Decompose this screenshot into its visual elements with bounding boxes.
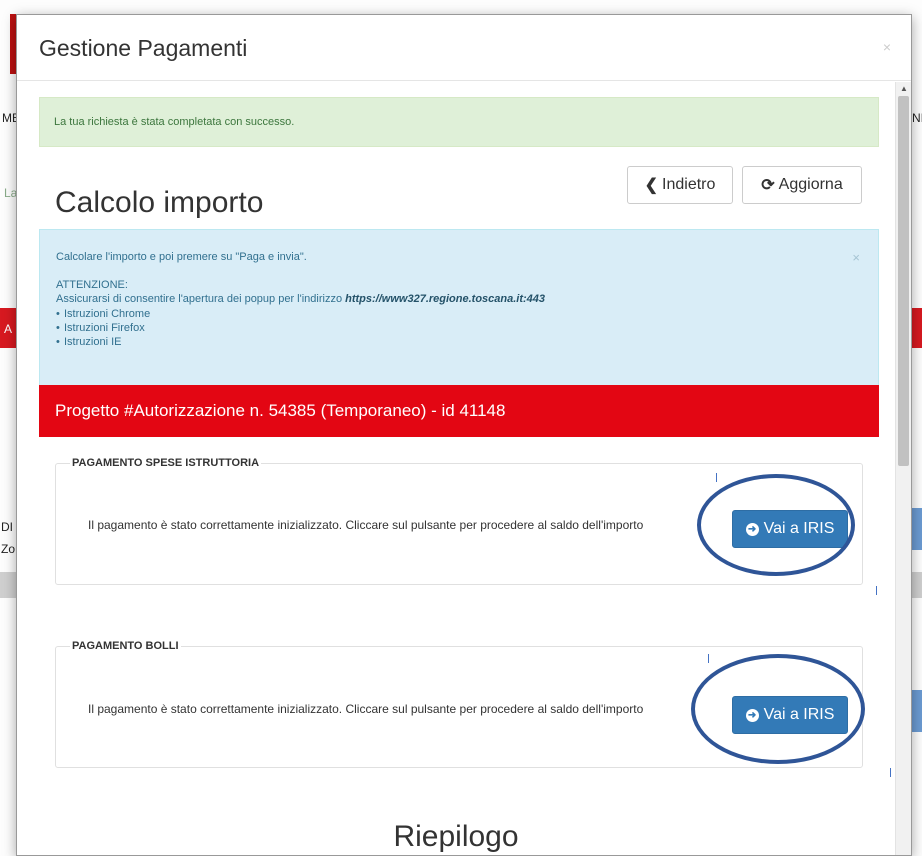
background-gray-bar-left	[0, 572, 16, 598]
marker-tick	[716, 473, 717, 482]
info-alert-close-button[interactable]: ×	[852, 250, 860, 265]
section-title: Calcolo importo	[55, 186, 264, 219]
success-alert-text: La tua richiesta è stata completata con …	[54, 116, 295, 128]
background-text-fragment: A	[4, 322, 13, 336]
summary-title: Riepilogo	[393, 820, 519, 853]
marker-tick	[708, 654, 709, 663]
annotation-circle	[691, 654, 865, 764]
project-title: Progetto #Autorizzazione n. 54385 (Tempo…	[55, 401, 506, 420]
background-text-fragment: DI	[1, 520, 13, 534]
instructions-list: Istruzioni Chrome Istruzioni Firefox Ist…	[56, 307, 864, 349]
modal-scrollbar[interactable]: ▲	[895, 82, 911, 855]
refresh-button[interactable]: ⟳ Aggiorna	[742, 166, 862, 204]
modal-title: Gestione Pagamenti	[39, 35, 248, 61]
back-button-label: Indietro	[662, 176, 716, 193]
popup-url-link[interactable]: https://www327.regione.toscana.it:443	[345, 293, 545, 305]
payment-stamps-legend: PAGAMENTO BOLLI	[72, 640, 179, 652]
background-red-stripe-right	[912, 308, 922, 348]
background-gray-bar-right	[912, 572, 922, 598]
chevron-left-icon: ❮	[644, 177, 659, 194]
refresh-icon: ⟳	[761, 177, 775, 194]
scroll-up-icon[interactable]: ▲	[900, 84, 908, 93]
back-button[interactable]: ❮ Indietro	[627, 166, 733, 204]
modal-body: La tua richiesta è stata completata con …	[17, 82, 895, 855]
project-title-bar: Progetto #Autorizzazione n. 54385 (Tempo…	[39, 385, 879, 437]
attention-text-line: Assicurarsi di consentire l'apertura dei…	[56, 292, 864, 306]
marker-tick	[876, 586, 877, 595]
modal-header: Gestione Pagamenti ×	[17, 15, 911, 81]
payment-fees-text: Il pagamento è stato correttamente inizi…	[88, 518, 644, 532]
annotation-circle	[697, 474, 855, 576]
refresh-button-label: Aggiorna	[778, 176, 843, 193]
info-alert: × Calcolare l'importo e poi premere su "…	[39, 229, 879, 387]
instruction-ie-link[interactable]: Istruzioni IE	[56, 335, 864, 349]
instruction-firefox-link[interactable]: Istruzioni Firefox	[56, 321, 864, 335]
success-alert: La tua richiesta è stata completata con …	[39, 97, 879, 147]
attention-text: Assicurarsi di consentire l'apertura dei…	[56, 293, 343, 305]
payment-modal: Gestione Pagamenti × La tua richiesta è …	[16, 14, 912, 856]
info-alert-line: Calcolare l'importo e poi premere su "Pa…	[56, 251, 307, 263]
modal-close-button[interactable]: ×	[883, 39, 891, 55]
instruction-chrome-link[interactable]: Istruzioni Chrome	[56, 307, 864, 321]
payment-fees-legend: PAGAMENTO SPESE ISTRUTTORIA	[72, 457, 260, 469]
background-text-fragment: NI	[912, 111, 922, 125]
payment-stamps-text: Il pagamento è stato correttamente inizi…	[88, 702, 644, 716]
marker-tick	[890, 768, 891, 777]
attention-heading: ATTENZIONE:	[56, 279, 128, 291]
background-text-fragment: Zo	[1, 542, 16, 556]
scrollbar-thumb[interactable]	[898, 96, 909, 466]
